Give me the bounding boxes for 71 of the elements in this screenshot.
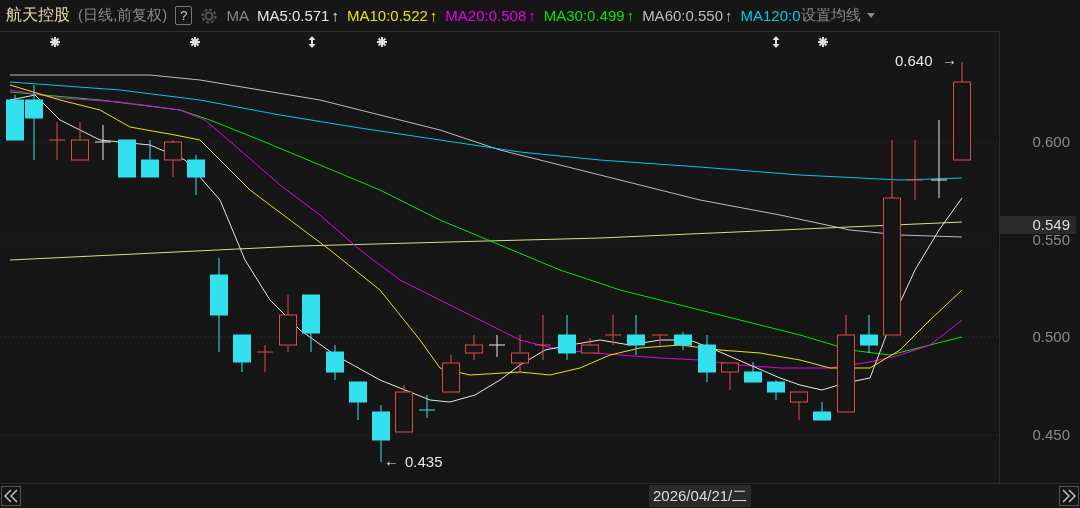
scroll-left-icon[interactable] <box>1 486 21 506</box>
stock-name: 航天控股 <box>6 5 70 25</box>
candlestick <box>674 331 692 351</box>
candlestick <box>71 121 89 161</box>
candlestick <box>372 404 390 463</box>
moving-average-value: MA10:0.522 <box>346 7 428 24</box>
scroll-right-icon[interactable] <box>1059 486 1079 506</box>
ma-settings-link[interactable]: 设置均线 <box>800 6 861 25</box>
double-arrow-marker-icon[interactable] <box>308 36 316 48</box>
candlestick <box>164 139 182 178</box>
candlestick <box>187 154 205 196</box>
trend-arrow: ↑ <box>725 7 733 24</box>
candlestick <box>256 344 274 373</box>
date-label: 2026/04/21/二 <box>649 485 752 507</box>
candlestick <box>744 361 762 383</box>
candlestick <box>48 121 66 161</box>
current-price-label: 0.549 <box>1000 216 1076 234</box>
moving-average-value: MA20:0.508 <box>445 7 527 24</box>
candlestick <box>141 139 159 178</box>
candlestick <box>721 362 739 391</box>
candlestick <box>698 334 716 383</box>
price-tick-label: 0.550 <box>1032 231 1070 249</box>
moving-average-value: MA30:0.499 <box>543 7 625 24</box>
trend-arrow: ↑ <box>331 7 339 24</box>
ma-label: MA <box>226 7 249 24</box>
star-marker-icon[interactable] <box>189 36 201 48</box>
price-tick-label: 0.600 <box>1032 133 1070 151</box>
candlestick <box>511 334 529 373</box>
candlestick <box>302 294 320 353</box>
candlestick <box>906 139 924 201</box>
settings-icon[interactable] <box>200 6 219 25</box>
candlestick <box>651 334 669 346</box>
candlestick <box>790 391 808 421</box>
candlestick <box>627 314 645 356</box>
price-tick-label: 0.450 <box>1032 426 1070 444</box>
candlestick <box>94 124 112 161</box>
star-marker-icon[interactable] <box>376 36 388 48</box>
candlestick <box>604 314 622 346</box>
trend-arrow: ↑ <box>429 7 438 24</box>
candlestick <box>233 334 251 373</box>
price-tick-label: 0.500 <box>1032 328 1070 346</box>
candlestick <box>118 139 136 178</box>
help-button[interactable]: ? <box>175 6 193 25</box>
moving-average-value: MA120:0 <box>740 7 801 24</box>
low-price-label: 0.435 <box>405 453 443 470</box>
high-price-label: 0.640 <box>895 52 933 69</box>
candlestick <box>767 379 785 401</box>
candlestick <box>860 314 878 354</box>
candlestick <box>279 294 297 353</box>
candlestick <box>395 384 413 433</box>
candlestick <box>534 314 552 361</box>
candlestick <box>488 334 506 358</box>
moving-average-value: MA5:0.571 <box>256 7 330 24</box>
trend-arrow: ↑ <box>626 7 635 24</box>
pointer-arrow: → <box>942 51 957 68</box>
chart-mode-label: (日线,前复权) <box>78 6 168 25</box>
double-arrow-marker-icon[interactable] <box>772 36 780 48</box>
star-marker-icon[interactable] <box>817 36 829 48</box>
candlestick <box>442 354 460 393</box>
star-marker-icon[interactable] <box>49 36 61 48</box>
candlestick <box>581 337 599 354</box>
trend-arrow: ↑ <box>528 7 536 24</box>
candlestick <box>813 401 831 421</box>
pointer-arrow: ← <box>384 452 399 469</box>
candlestick <box>418 394 436 419</box>
candlestick <box>558 314 576 361</box>
candlestick <box>465 334 483 361</box>
moving-average-value: MA60:0.550 <box>642 7 723 24</box>
candlestick <box>349 381 367 421</box>
caret-icon[interactable] <box>866 13 875 18</box>
candlestick <box>326 344 344 381</box>
